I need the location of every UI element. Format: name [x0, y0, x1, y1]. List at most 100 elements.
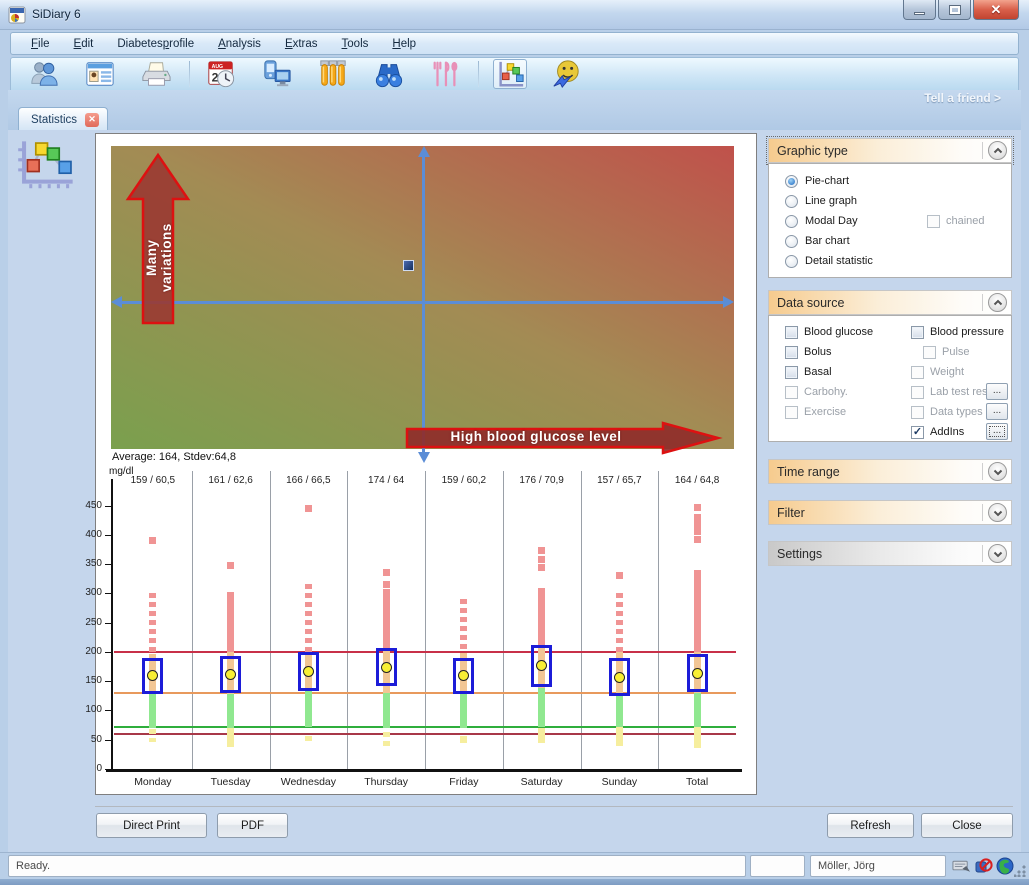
collapse-button[interactable]	[988, 141, 1007, 160]
minimize-button[interactable]	[903, 0, 936, 20]
maximize-button[interactable]	[938, 0, 971, 20]
radio-label: Bar chart	[805, 235, 850, 247]
checkbox-blood-glucose[interactable]: Blood glucose	[785, 324, 873, 340]
y-tick-label: 200	[72, 646, 102, 657]
expand-button[interactable]	[988, 462, 1007, 481]
device-sync-button[interactable]	[260, 59, 294, 89]
collapse-button[interactable]	[988, 293, 1007, 312]
menu-item-tools[interactable]: Tools	[330, 35, 381, 53]
menu-item-file[interactable]: File	[19, 35, 62, 53]
checkbox-bolus[interactable]: Bolus	[785, 344, 832, 360]
toolbar-separator	[478, 61, 479, 87]
radio-pie-chart[interactable]: Pie-chart	[785, 173, 849, 189]
pdf-button[interactable]: PDF	[217, 813, 288, 838]
checkbox-pulse[interactable]: Pulse	[923, 344, 970, 360]
checkbox-icon	[911, 326, 924, 339]
radio-label: Detail statistic	[805, 255, 873, 267]
radio-modal-day[interactable]: Modal Day	[785, 213, 858, 229]
outlier-point	[694, 528, 701, 535]
filter-header[interactable]: Filter	[768, 500, 1012, 525]
outlier-point	[227, 562, 234, 569]
data-export-icon[interactable]	[952, 857, 971, 875]
checkbox-weight[interactable]: Weight	[911, 364, 964, 380]
checkbox-blood-pressure[interactable]: Blood pressure	[911, 324, 1004, 340]
glucose-strip-normal	[305, 691, 312, 727]
online-globe-icon[interactable]	[996, 857, 1015, 875]
glucose-strip-low	[305, 736, 312, 741]
column-separator	[347, 471, 348, 769]
window-title: SiDiary 6	[32, 7, 81, 21]
checkbox-icon	[785, 326, 798, 339]
checkbox-carbohy-[interactable]: Carbohy.	[785, 384, 848, 400]
menu-item-diabetesprofile[interactable]: Diabetesprofile	[105, 35, 206, 53]
tab-close-icon[interactable]: ✕	[85, 113, 99, 127]
lab-tests-button[interactable]	[316, 59, 350, 89]
graphic-type-title: Graphic type	[777, 144, 982, 158]
glucose-strip-high	[305, 584, 312, 652]
glucose-strip-normal	[694, 693, 701, 727]
checkbox-addins[interactable]: ✓AddIns	[911, 424, 964, 440]
checkbox-lab-test-resu[interactable]: Lab test resu	[911, 384, 989, 400]
checkbox-data-types[interactable]: Data types	[911, 404, 983, 420]
column-stats-label: 161 / 62,6	[194, 475, 268, 486]
toolbar: AUG2	[10, 57, 1019, 90]
menu-item-help[interactable]: Help	[380, 35, 428, 53]
search-button[interactable]	[372, 59, 406, 89]
calendar-button[interactable]: AUG2	[204, 59, 238, 89]
graphic-type-header[interactable]: Graphic type	[768, 138, 1012, 163]
checkbox-chained[interactable]: chained	[927, 213, 985, 229]
radio-bar-chart[interactable]: Bar chart	[785, 233, 850, 249]
more-options-button[interactable]: ...	[986, 423, 1008, 440]
more-options-button[interactable]: ...	[986, 383, 1008, 400]
column-stats-label: 157 / 65,7	[582, 475, 656, 486]
menu-item-extras[interactable]: Extras	[273, 35, 330, 53]
reference-line-72	[114, 726, 736, 728]
tell-a-friend-link[interactable]: Tell a friend >	[924, 91, 1001, 105]
reference-line-130	[114, 692, 736, 694]
close-panel-button[interactable]: Close	[921, 813, 1013, 838]
offline-icon[interactable]	[975, 857, 994, 875]
direct-print-button[interactable]: Direct Print	[96, 813, 207, 838]
radio-line-graph[interactable]: Line graph	[785, 193, 857, 209]
chained-label: chained	[946, 215, 985, 227]
time-range-header[interactable]: Time range	[768, 459, 1012, 484]
close-icon: ✕	[991, 2, 1002, 18]
glucose-strip-low	[149, 729, 156, 742]
column-separator	[503, 471, 504, 769]
patient-card-button[interactable]	[83, 59, 117, 89]
menu-item-edit[interactable]: Edit	[62, 35, 106, 53]
graphic-type-panel: Pie-chart Line graph Modal Day Bar chart Det…	[768, 163, 1012, 278]
radio-icon	[785, 255, 798, 268]
print-button[interactable]	[139, 59, 173, 89]
profiles-button[interactable]	[27, 59, 61, 89]
tab-statistics[interactable]: Statistics ✕	[18, 107, 108, 131]
y-tick-label: 250	[72, 617, 102, 628]
glucose-strip-high	[616, 593, 623, 652]
x-category-label: Wednesday	[271, 776, 345, 788]
nutrition-icon	[429, 59, 461, 89]
status-message: Ready.	[8, 855, 746, 877]
more-options-button[interactable]: ...	[986, 403, 1008, 420]
y-tick	[105, 535, 111, 536]
expand-button[interactable]	[988, 544, 1007, 563]
refresh-button[interactable]: Refresh	[827, 813, 914, 838]
y-tick	[105, 681, 111, 682]
expand-button[interactable]	[988, 503, 1007, 522]
checkbox-basal[interactable]: Basal	[785, 364, 832, 380]
data-source-header[interactable]: Data source	[768, 290, 1012, 315]
resize-grip[interactable]	[1014, 865, 1026, 877]
y-tick	[105, 652, 111, 653]
svg-text:AUG: AUG	[212, 64, 223, 70]
checkbox-exercise[interactable]: Exercise	[785, 404, 846, 420]
radio-detail-statistic[interactable]: Detail statistic	[785, 253, 873, 269]
y-tick-label: 300	[72, 587, 102, 598]
menu-item-analysis[interactable]: Analysis	[206, 35, 273, 53]
settings-header[interactable]: Settings	[768, 541, 1012, 566]
close-button[interactable]: ✕	[973, 0, 1019, 20]
nutrition-button[interactable]	[428, 59, 462, 89]
y-tick-label: 0	[72, 763, 102, 774]
tell-a-friend-button[interactable]	[549, 59, 583, 89]
column-stats-label: 176 / 70,9	[505, 475, 579, 486]
statistics-button[interactable]	[493, 59, 527, 89]
glucose-strip-normal	[149, 693, 156, 728]
